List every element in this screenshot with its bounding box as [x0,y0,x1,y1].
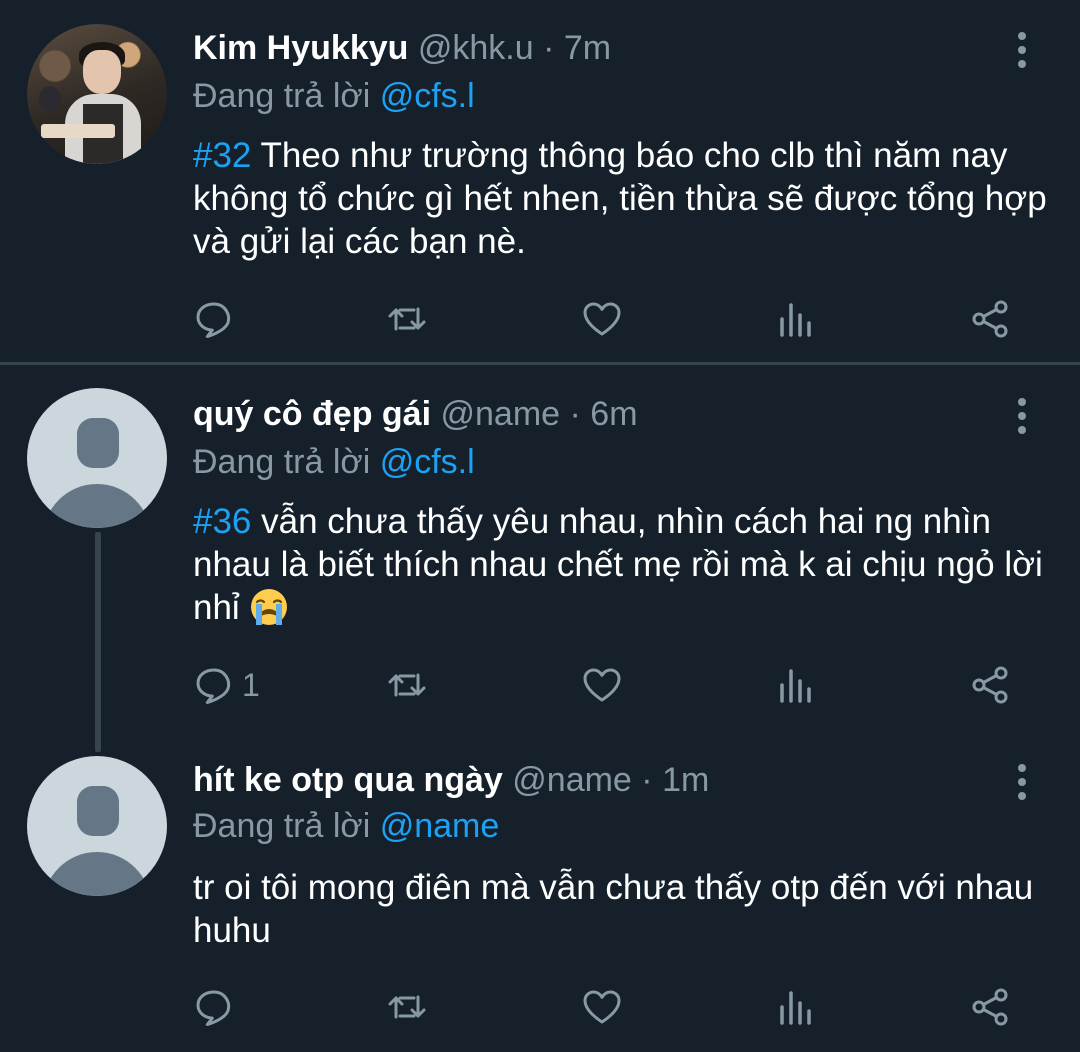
stats-button[interactable] [774,294,818,344]
replying-label: Đang trả lời [193,77,371,115]
tweet-body: Theo như trường thông báo cho clb thì nă… [193,136,1047,261]
action-bar [0,294,1080,344]
share-button[interactable] [968,982,1012,1032]
replying-label: Đang trả lời [193,807,371,845]
reply-count: 1 [242,666,260,703]
avatar[interactable] [27,388,167,528]
speech-bubble-icon [196,668,231,704]
retweet-icon [388,307,426,331]
timestamp[interactable]: 6m [590,395,637,433]
tweet-header: quý cô đẹp gái @name · 6m [193,394,638,434]
retweet-button[interactable] [385,294,429,344]
timestamp[interactable]: 7m [564,29,611,67]
display-name[interactable]: hít ke otp qua ngày [193,761,503,799]
tweet-divider [0,362,1080,365]
more-options-icon[interactable] [1012,396,1032,436]
speech-bubble-icon [196,990,231,1026]
stats-button[interactable] [774,982,818,1032]
share-icon [972,666,1008,704]
mention-link[interactable]: @name [380,807,500,845]
stats-button[interactable] [774,660,818,710]
mention-link[interactable]: @cfs.l [380,77,475,115]
replying-label: Đang trả lời [193,443,371,481]
retweet-button[interactable] [385,982,429,1032]
tweet-header: hít ke otp qua ngày @name · 1m [193,760,709,800]
handle[interactable]: @name [441,395,561,433]
hashtag-link[interactable]: #32 [193,136,251,175]
bar-chart-icon [780,991,811,1025]
speech-bubble-icon [196,302,231,338]
tweet-text: tr oi tôi mong điên mà vẫn chưa thấy otp… [193,866,1053,952]
hashtag-link[interactable]: #36 [193,502,251,541]
share-icon [972,988,1008,1026]
tweet[interactable]: hít ke otp qua ngày @name · 1m Đang trả … [0,736,1080,1052]
action-bar: 1 [0,660,1080,710]
bar-chart-icon [780,669,811,703]
display-name[interactable]: quý cô đẹp gái [193,395,431,433]
retweet-icon [388,673,426,697]
like-button[interactable] [580,982,624,1032]
timestamp[interactable]: 1m [662,761,709,799]
handle[interactable]: @khk.u [418,29,534,67]
separator: · [533,29,564,67]
reply-button[interactable]: 1 [192,660,260,710]
tweet-text: #36 vẫn chưa thấy yêu nhau, nhìn cách ha… [193,500,1053,629]
tweet-header: Kim Hyukkyu @khk.u · 7m [193,28,611,68]
avatar[interactable] [27,24,167,164]
reply-button[interactable] [192,982,242,1032]
mention-link[interactable]: @cfs.l [380,443,475,481]
display-name[interactable]: Kim Hyukkyu [193,29,408,67]
reply-button[interactable] [192,294,242,344]
share-icon [972,300,1008,338]
heart-icon [583,302,621,336]
replying-to: Đang trả lời @name [193,806,499,846]
bar-chart-icon [780,303,811,337]
more-options-icon[interactable] [1012,30,1032,70]
tweet[interactable]: quý cô đẹp gái @name · 6m Đang trả lời @… [0,366,1080,736]
avatar[interactable] [27,756,167,896]
like-button[interactable] [580,294,624,344]
loudly-crying-face-emoji-icon [251,589,288,625]
like-button[interactable] [580,660,624,710]
tweet-body: vẫn chưa thấy yêu nhau, nhìn cách hai ng… [193,502,1043,627]
tweet-text: #32 Theo như trường thông báo cho clb th… [193,134,1053,263]
retweet-icon [388,995,426,1019]
handle[interactable]: @name [512,761,632,799]
share-button[interactable] [968,660,1012,710]
heart-icon [583,668,621,702]
replying-to: Đang trả lời @cfs.l [193,76,475,116]
replying-to: Đang trả lời @cfs.l [193,442,475,482]
more-options-icon[interactable] [1012,762,1032,802]
action-bar [0,982,1080,1032]
tweet-body: tr oi tôi mong điên mà vẫn chưa thấy otp… [193,868,1034,950]
tweet[interactable]: Kim Hyukkyu @khk.u · 7m Đang trả lời @cf… [0,0,1080,362]
separator: · [631,761,663,799]
separator: · [560,395,591,433]
heart-icon [583,990,621,1024]
retweet-button[interactable] [385,660,429,710]
share-button[interactable] [968,294,1012,344]
